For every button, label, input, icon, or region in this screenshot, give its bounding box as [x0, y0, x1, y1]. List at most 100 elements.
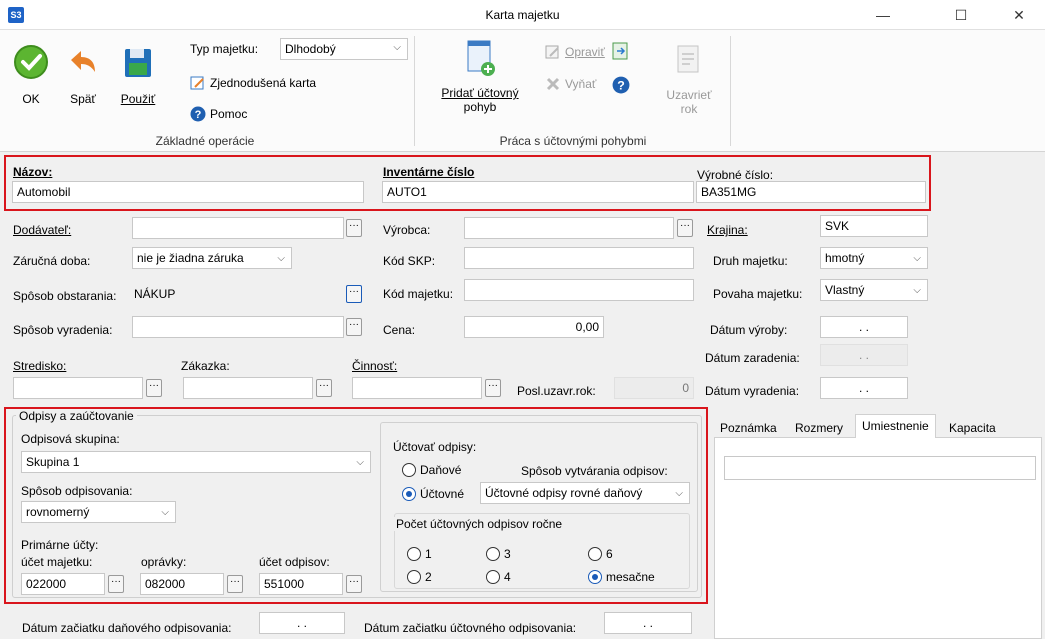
asset-code-input[interactable]: [464, 279, 694, 301]
location-input[interactable]: [724, 456, 1036, 480]
depr-group-select[interactable]: Skupina 1 ⌵: [21, 451, 371, 473]
asset-type-select[interactable]: Dlhodobý ⌵: [280, 38, 408, 60]
country-label: Krajina:: [707, 223, 748, 237]
help-button[interactable]: ? Pomoc: [190, 106, 247, 122]
inventory-input[interactable]: AUTO1: [382, 181, 694, 203]
disposal-date-label: Dátum vyradenia:: [705, 384, 800, 398]
count-option-monthly[interactable]: mesačne: [588, 570, 655, 584]
tax-option[interactable]: Daňové: [402, 463, 461, 477]
creation-value: Účtovné odpisy rovné daňový: [485, 486, 643, 500]
warranty-select[interactable]: nie je žiadna záruka ⌵: [132, 247, 292, 269]
apply-button[interactable]: Použiť: [116, 44, 160, 124]
activity-input[interactable]: [352, 377, 482, 399]
edit-label: Opraviť: [565, 45, 605, 59]
acc-start-input[interactable]: . .: [604, 612, 692, 634]
remove-label: Vyňať: [565, 77, 597, 91]
edit-button[interactable]: Opraviť: [545, 44, 605, 60]
depr-group-value: Skupina 1: [26, 455, 80, 469]
disposal-date-input[interactable]: . .: [820, 377, 908, 399]
edit-icon: [545, 45, 559, 59]
skp-input[interactable]: [464, 247, 694, 269]
count-option-1[interactable]: 1: [407, 547, 432, 561]
count-option-6[interactable]: 6: [588, 547, 613, 561]
minimize-button[interactable]: —: [860, 0, 906, 30]
title-bar: S3 Karta majetku — ☐ ✕: [0, 0, 1045, 30]
tab-note[interactable]: Poznámka: [714, 417, 783, 439]
depr-method-label: Spôsob odpisovania:: [21, 484, 133, 498]
count-option-6-label: 6: [606, 547, 613, 561]
help-icon[interactable]: ?: [612, 76, 630, 94]
count-radio-4[interactable]: [486, 570, 500, 584]
tax-option-label: Daňové: [420, 463, 462, 477]
chevron-down-icon: ⌵: [393, 42, 401, 53]
add-movement-button[interactable]: Pridať účtovný pohyb: [425, 38, 535, 130]
disposal-input[interactable]: [132, 316, 344, 338]
manufacturer-lookup-button[interactable]: ···: [677, 219, 693, 237]
back-label: Späť: [70, 92, 96, 106]
serial-input[interactable]: BA351MG: [696, 181, 926, 203]
count-option-2[interactable]: 2: [407, 570, 432, 584]
order-lookup-button[interactable]: ···: [316, 379, 332, 397]
acquisition-input[interactable]: NÁKUP: [132, 284, 344, 306]
asset-nature-value: Vlastný: [825, 283, 865, 297]
acquisition-lookup-button[interactable]: ···: [346, 285, 362, 303]
count-option-3[interactable]: 3: [486, 547, 511, 561]
close-year-icon: [677, 45, 699, 73]
add-document-icon: [467, 40, 495, 76]
manufacturer-input[interactable]: [464, 217, 674, 239]
export-icon[interactable]: [612, 42, 630, 60]
warranty-label: Záručná doba:: [13, 254, 91, 268]
count-option-4[interactable]: 4: [486, 570, 511, 584]
close-button[interactable]: ✕: [996, 0, 1042, 30]
back-button[interactable]: Späť: [62, 44, 104, 124]
asset-account-input[interactable]: 022000: [21, 573, 105, 595]
count-radio-1[interactable]: [407, 547, 421, 561]
maximize-button[interactable]: ☐: [938, 0, 984, 30]
name-label: Názov:: [13, 165, 53, 179]
chevron-down-icon: ⌵: [161, 507, 169, 518]
count-radio-6[interactable]: [588, 547, 602, 561]
center-lookup-button[interactable]: ···: [146, 379, 162, 397]
simplified-card-button[interactable]: Zjednodušená karta: [190, 75, 316, 91]
country-input[interactable]: SVK: [820, 215, 928, 237]
adjustments-lookup-button[interactable]: ···: [227, 575, 243, 593]
disposal-lookup-button[interactable]: ···: [346, 318, 362, 336]
group-movements-label: Práca s účtovnými pohybmi: [499, 134, 647, 148]
price-input[interactable]: 0,00: [464, 316, 604, 338]
adjustments-input[interactable]: 082000: [140, 573, 224, 595]
depr-group-label: Odpisová skupina:: [21, 432, 120, 446]
remove-button[interactable]: Vyňať: [545, 76, 596, 92]
accounting-radio[interactable]: [402, 487, 416, 501]
order-input[interactable]: [183, 377, 313, 399]
close-year-button[interactable]: Uzavrieť rok: [662, 44, 716, 130]
count-radio-monthly[interactable]: [588, 570, 602, 584]
creation-label: Spôsob vytvárania odpisov:: [521, 464, 668, 478]
depr-method-select[interactable]: rovnomerný ⌵: [21, 501, 176, 523]
ok-button[interactable]: OK: [8, 44, 54, 124]
supplier-lookup-button[interactable]: ···: [346, 219, 362, 237]
tab-location[interactable]: Umiestnenie: [855, 414, 936, 438]
activity-lookup-button[interactable]: ···: [485, 379, 501, 397]
tab-capacity[interactable]: Kapacita: [943, 417, 1002, 439]
name-input[interactable]: Automobil: [12, 181, 364, 203]
production-date-input[interactable]: . .: [820, 316, 908, 338]
tab-dimensions[interactable]: Rozmery: [789, 417, 849, 439]
tax-start-input[interactable]: . .: [259, 612, 345, 634]
group-basic-label: Základné operácie: [155, 134, 255, 148]
asset-account-lookup-button[interactable]: ···: [108, 575, 124, 593]
count-radio-2[interactable]: [407, 570, 421, 584]
depr-account-lookup-button[interactable]: ···: [346, 575, 362, 593]
tax-radio[interactable]: [402, 463, 416, 477]
asset-kind-select[interactable]: hmotný ⌵: [820, 247, 928, 269]
center-input[interactable]: [13, 377, 143, 399]
supplier-input[interactable]: [132, 217, 344, 239]
asset-nature-select[interactable]: Vlastný ⌵: [820, 279, 928, 301]
accounting-option[interactable]: Účtovné: [402, 487, 464, 501]
accounting-option-label: Účtovné: [420, 487, 465, 501]
creation-select[interactable]: Účtovné odpisy rovné daňový ⌵: [480, 482, 690, 504]
depr-account-input[interactable]: 551000: [259, 573, 343, 595]
count-option-3-label: 3: [504, 547, 511, 561]
depreciation-legend: Odpisy a zaúčtovanie: [16, 409, 137, 423]
count-radio-3[interactable]: [486, 547, 500, 561]
supplier-label: Dodávateľ:: [13, 223, 72, 237]
